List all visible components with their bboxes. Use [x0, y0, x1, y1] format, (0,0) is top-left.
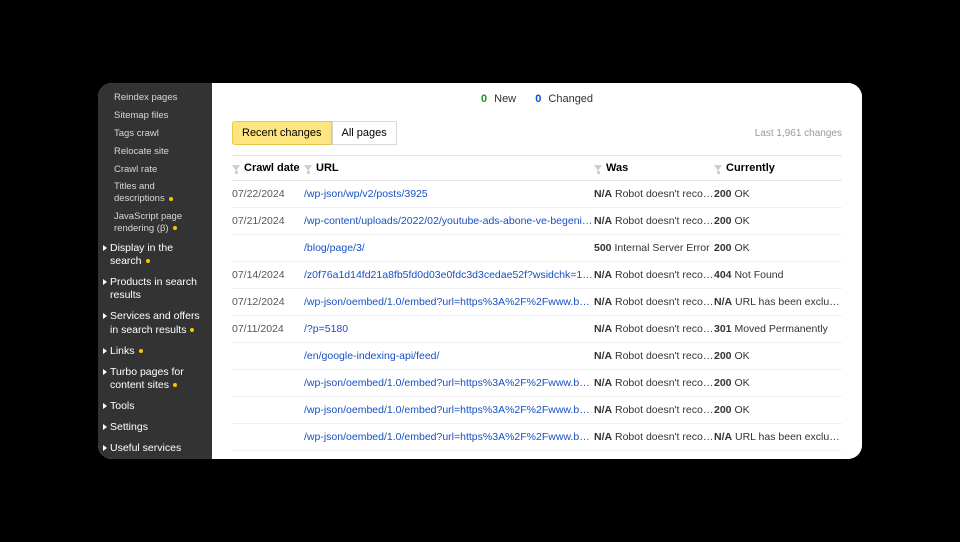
table-row: /wp-json/oembed/1.0/embed?url=https%3A%2…	[232, 397, 842, 424]
sidebar-sub-item[interactable]: JavaScript page rendering (β)	[98, 208, 212, 238]
table-row: /en/google-indexing-api/feed/N/A Robot d…	[232, 343, 842, 370]
sidebar-sub-item[interactable]: Tags crawl	[98, 125, 212, 143]
cell-url-link[interactable]: /wp-json/oembed/1.0/embed?url=https%3A%2…	[304, 377, 594, 389]
filter-icon	[232, 165, 240, 171]
cell-url-link[interactable]: /wp-json/oembed/1.0/embed?url=https%3A%2…	[304, 404, 594, 416]
tabs-row: Recent changes All pages Last 1,961 chan…	[212, 113, 862, 155]
cell-was: N/A Robot doesn't recognize...	[594, 404, 714, 416]
cell-crawl-date	[232, 350, 304, 362]
cell-url-link[interactable]: /wp-json/wp/v2/posts/5180	[304, 458, 594, 459]
cell-was: N/A Robot doesn't recognize...	[594, 350, 714, 362]
table-row: 07/14/2024/z0f76a1d14fd21a8fb5fd0d03e0fd…	[232, 262, 842, 289]
cell-currently: 200 OK	[714, 458, 842, 459]
cell-url-link[interactable]: /wp-json/oembed/1.0/embed?url=https%3A%2…	[304, 296, 594, 308]
col-header-currently[interactable]: Currently	[714, 162, 842, 174]
cell-url-link[interactable]: /?p=5180	[304, 323, 594, 335]
table-header: Crawl date URL Was Currently	[232, 155, 842, 181]
cell-was: N/A Robot doesn't recognize...	[594, 431, 714, 443]
cell-was: N/A Robot doesn't recognize...	[594, 323, 714, 335]
sidebar-main-list: Display in the searchProducts in search …	[98, 238, 212, 459]
cell-currently: 200 OK	[714, 350, 842, 362]
cell-was: N/A Robot doesn't recognize...	[594, 188, 714, 200]
cell-crawl-date	[232, 242, 304, 254]
table-body: 07/22/2024/wp-json/wp/v2/posts/3925N/A R…	[232, 181, 842, 459]
cell-currently: 404 Not Found	[714, 269, 842, 281]
cell-crawl-date	[232, 404, 304, 416]
cell-crawl-date: 07/12/2024	[232, 296, 304, 308]
cell-currently: 200 OK	[714, 242, 842, 254]
cell-crawl-date	[232, 458, 304, 459]
cell-crawl-date	[232, 431, 304, 443]
legend-new-label: New	[494, 93, 516, 105]
sidebar: Reindex pagesSitemap filesTags crawlRelo…	[98, 83, 212, 459]
changes-count-meta: Last 1,961 changes	[755, 128, 842, 139]
sidebar-main-item[interactable]: Services and offers in search results	[98, 306, 212, 340]
col-header-date-label: Crawl date	[244, 162, 300, 174]
cell-currently: 301 Moved Permanently	[714, 323, 842, 335]
sidebar-sub-item[interactable]: Reindex pages	[98, 89, 212, 107]
cell-url-link[interactable]: /wp-json/oembed/1.0/embed?url=https%3A%2…	[304, 431, 594, 443]
table-row: 07/12/2024/wp-json/oembed/1.0/embed?url=…	[232, 289, 842, 316]
sidebar-sub-item[interactable]: Relocate site	[98, 143, 212, 161]
cell-crawl-date: 07/11/2024	[232, 323, 304, 335]
cell-currently: 200 OK	[714, 404, 842, 416]
cell-crawl-date: 07/14/2024	[232, 269, 304, 281]
sidebar-main-item[interactable]: Settings	[98, 417, 212, 438]
legend-row: 0 New 0 Changed	[212, 83, 862, 113]
cell-url-link[interactable]: /en/google-indexing-api/feed/	[304, 350, 594, 362]
col-header-cur-label: Currently	[726, 162, 775, 174]
sidebar-main-item[interactable]: Products in search results	[98, 272, 212, 306]
table-row: /wp-json/oembed/1.0/embed?url=https%3A%2…	[232, 424, 842, 451]
sidebar-sub-item[interactable]: Crawl rate	[98, 161, 212, 179]
sidebar-sub-list: Reindex pagesSitemap filesTags crawlRelo…	[98, 89, 212, 238]
table-row: 07/22/2024/wp-json/wp/v2/posts/3925N/A R…	[232, 181, 842, 208]
cell-url-link[interactable]: /blog/page/3/	[304, 242, 594, 254]
sidebar-main-item[interactable]: Links	[98, 341, 212, 362]
col-header-url[interactable]: URL	[304, 162, 594, 174]
sidebar-sub-item[interactable]: Sitemap files	[98, 107, 212, 125]
cell-currently: 200 OK	[714, 188, 842, 200]
cell-currently: 200 OK	[714, 215, 842, 227]
sidebar-main-item[interactable]: Tools	[98, 396, 212, 417]
col-header-url-label: URL	[316, 162, 339, 174]
filter-icon	[304, 165, 312, 171]
sidebar-sub-item[interactable]: Titles and descriptions	[98, 178, 212, 208]
cell-currently: N/A URL has been excluded...	[714, 296, 842, 308]
table-row: /wp-json/oembed/1.0/embed?url=https%3A%2…	[232, 370, 842, 397]
cell-crawl-date: 07/21/2024	[232, 215, 304, 227]
table-row: 07/11/2024/?p=5180N/A Robot doesn't reco…	[232, 316, 842, 343]
crawl-table: Crawl date URL Was Currently 07/22/2024/…	[212, 155, 862, 459]
col-header-was-label: Was	[606, 162, 628, 174]
tab-recent-changes[interactable]: Recent changes	[232, 121, 332, 145]
col-header-was[interactable]: Was	[594, 162, 714, 174]
cell-crawl-date	[232, 377, 304, 389]
cell-currently: 200 OK	[714, 377, 842, 389]
sidebar-main-item[interactable]: Useful services	[98, 438, 212, 459]
legend-new-count: 0	[481, 93, 487, 105]
cell-was: N/A Robot doesn't recognize...	[594, 269, 714, 281]
filter-icon	[594, 165, 602, 171]
sidebar-main-item[interactable]: Turbo pages for content sites	[98, 362, 212, 396]
cell-was: N/A Robot doesn't recognize...	[594, 215, 714, 227]
cell-was: N/A Robot doesn't recognize...	[594, 377, 714, 389]
table-row: /wp-json/wp/v2/posts/5180N/A Robot doesn…	[232, 451, 842, 459]
cell-url-link[interactable]: /wp-content/uploads/2022/02/youtube-ads-…	[304, 215, 594, 227]
cell-was: N/A Robot doesn't recognize...	[594, 296, 714, 308]
cell-crawl-date: 07/22/2024	[232, 188, 304, 200]
cell-was: N/A Robot doesn't recognize...	[594, 458, 714, 459]
table-row: /blog/page/3/500 Internal Server Error20…	[232, 235, 842, 262]
tab-all-pages[interactable]: All pages	[332, 121, 397, 145]
legend-changed-count: 0	[535, 93, 541, 105]
col-header-crawl-date[interactable]: Crawl date	[232, 162, 304, 174]
cell-was: 500 Internal Server Error	[594, 242, 714, 254]
cell-url-link[interactable]: /wp-json/wp/v2/posts/3925	[304, 188, 594, 200]
table-row: 07/21/2024/wp-content/uploads/2022/02/yo…	[232, 208, 842, 235]
cell-url-link[interactable]: /z0f76a1d14fd21a8fb5fd0d03e0fdc3d3cedae5…	[304, 269, 594, 281]
cell-currently: N/A URL has been excluded...	[714, 431, 842, 443]
legend-changed-label: Changed	[548, 93, 593, 105]
app-window: Reindex pagesSitemap filesTags crawlRelo…	[98, 83, 862, 459]
filter-icon	[714, 165, 722, 171]
sidebar-main-item[interactable]: Display in the search	[98, 238, 212, 272]
main-panel: 0 New 0 Changed Recent changes All pages…	[212, 83, 862, 459]
